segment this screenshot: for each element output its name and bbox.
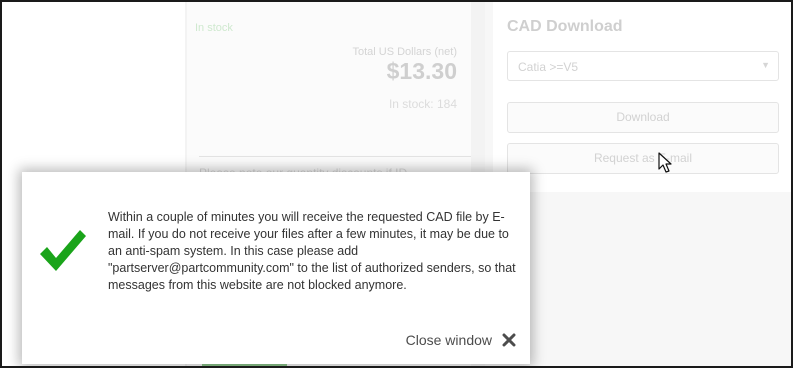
confirmation-message: Within a couple of minutes you will rece…: [108, 210, 516, 292]
stock-status: In stock: [195, 22, 233, 34]
browser-viewport: In stock Total US Dollars (net) $13.30 I…: [0, 0, 793, 368]
chevron-down-icon: ▼: [761, 60, 770, 70]
close-window-button[interactable]: Close window: [406, 330, 516, 350]
checkmark-icon: [40, 230, 86, 271]
close-window-label: Close window: [405, 332, 492, 348]
divider: [199, 156, 471, 157]
cad-download-title: CAD Download: [507, 18, 623, 35]
mouse-cursor-icon: [658, 152, 672, 173]
confirmation-dialog: Within a couple of minutes you will rece…: [22, 172, 530, 364]
close-icon[interactable]: [502, 333, 516, 347]
download-button[interactable]: Download: [507, 102, 779, 133]
request-email-button[interactable]: Request as E-mail: [507, 143, 779, 174]
cad-format-value: Catia >=V5: [518, 60, 579, 74]
price-value: $13.30: [386, 58, 457, 84]
stock-count: In stock: 184: [388, 97, 457, 111]
cad-download-panel: CAD Download Catia >=V5 ▼ Download Reque…: [493, 2, 791, 192]
cad-format-select[interactable]: Catia >=V5 ▼: [507, 51, 779, 81]
total-price-label: Total US Dollars (net): [352, 46, 457, 58]
